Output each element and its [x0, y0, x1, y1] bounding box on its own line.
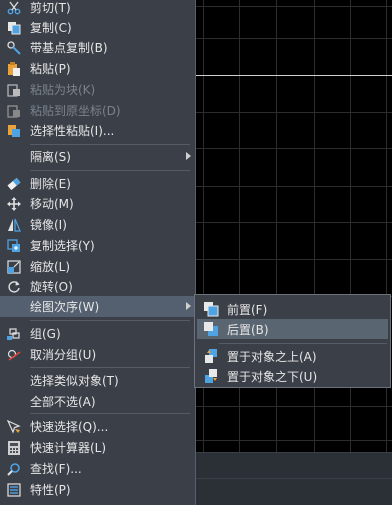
menu-item-label: 粘贴到原坐标(D) [30, 104, 121, 118]
submenu-separator [219, 343, 387, 344]
menu-item-label: 粘贴(P) [30, 62, 71, 76]
paste-icon [7, 61, 21, 76]
menu-item-move[interactable]: 移动(M) [0, 193, 195, 214]
submenu-item-label: 置于对象之上(A) [227, 349, 317, 364]
drawing-canvas[interactable] [196, 0, 392, 505]
submenu-arrow-icon [186, 302, 191, 310]
submenu-item-bring-above-objects[interactable]: 置于对象之上(A) [197, 346, 388, 366]
menu-item-label: 选择类似对象(T) [30, 374, 119, 388]
submenu-item-bring-to-front[interactable]: 前置(F) [197, 299, 388, 319]
menu-separator [30, 413, 190, 414]
draw-order-submenu: 前置(F) 后置(B) 置于对象之上(A) 置于对象之下(U) [194, 294, 391, 388]
menu-item-label: 旋转(O) [30, 280, 73, 294]
menu-item-label: 取消分组(U) [30, 348, 97, 362]
submenu-item-label: 前置(F) [227, 302, 268, 317]
quick-select-icon [7, 419, 21, 434]
mirror-icon [7, 218, 21, 232]
submenu-item-label: 后置(B) [227, 322, 269, 337]
menu-item-label: 绘图次序(W) [30, 300, 100, 314]
menu-item-cut[interactable]: 剪切(T) [0, 0, 195, 18]
menu-item-label: 查找(F)... [30, 462, 82, 476]
menu-item-label: 组(G) [30, 327, 61, 341]
menu-item-find[interactable]: 查找(F)... [0, 458, 195, 479]
copy-with-basepoint-icon [7, 40, 21, 55]
menu-item-label: 移动(M) [30, 197, 74, 211]
menu-item-deselect-all[interactable]: 全部不选(A) [0, 391, 195, 412]
menu-item-rotate[interactable]: 旋转(O) [0, 276, 195, 297]
menu-item-select-similar[interactable]: 选择类似对象(T) [0, 370, 195, 391]
rotate-icon [7, 280, 21, 294]
menu-item-group[interactable]: 组(G) [0, 323, 195, 344]
find-icon [7, 462, 21, 476]
bring-above-objects-icon [203, 348, 219, 364]
menu-item-erase[interactable]: 删除(E) [0, 173, 195, 194]
send-under-objects-icon [203, 368, 219, 384]
scissors-icon [7, 1, 21, 15]
menu-item-label: 带基点复制(B) [30, 41, 108, 55]
menu-item-copy-selection[interactable]: 复制选择(Y) [0, 235, 195, 256]
calculator-icon [7, 440, 21, 455]
menu-item-label: 删除(E) [30, 177, 71, 191]
properties-icon [7, 482, 21, 497]
eraser-icon [7, 177, 21, 191]
paste-special-icon [7, 124, 21, 138]
submenu-item-send-to-back[interactable]: 后置(B) [197, 319, 388, 339]
submenu-item-label: 置于对象之下(U) [227, 369, 318, 384]
menu-item-ungroup[interactable]: 取消分组(U) [0, 344, 195, 365]
menu-item-paste[interactable]: 粘贴(P) [0, 58, 195, 79]
menu-item-label: 快速计算器(L) [30, 441, 107, 455]
menu-item-quick-select[interactable]: 快速选择(Q)... [0, 416, 195, 437]
scale-icon [7, 259, 21, 274]
menu-item-label: 复制(C) [30, 21, 72, 35]
ungroup-icon [7, 348, 21, 362]
canvas-grid [196, 0, 392, 452]
menu-item-label: 剪切(T) [30, 1, 71, 15]
menu-item-label: 选择性粘贴(I)... [30, 124, 115, 138]
menu-item-label: 粘贴为块(K) [30, 83, 96, 97]
menu-item-scale[interactable]: 缩放(L) [0, 256, 195, 277]
menu-item-label: 缩放(L) [30, 260, 71, 274]
context-menu: 剪切(T) 复制(C) 带基点复制(B) 粘贴(P) 粘贴为块(K) 粘贴到原坐… [0, 0, 196, 505]
copy-icon [7, 21, 21, 35]
menu-item-label: 隔离(S) [30, 150, 71, 164]
bring-to-front-icon [203, 301, 219, 317]
submenu-arrow-icon [186, 152, 191, 160]
menu-item-paste-to-original[interactable]: 粘贴到原坐标(D) [0, 100, 195, 121]
menu-item-mirror[interactable]: 镜像(I) [0, 214, 195, 235]
menu-item-isolate[interactable]: 隔离(S) [0, 146, 195, 167]
move-icon [7, 196, 21, 211]
menu-item-paste-as-block[interactable]: 粘贴为块(K) [0, 79, 195, 100]
paste-to-original-icon [7, 104, 21, 118]
menu-item-properties[interactable]: 特性(P) [0, 479, 195, 500]
menu-item-paste-special[interactable]: 选择性粘贴(I)... [0, 120, 195, 141]
paste-as-block-icon [7, 83, 21, 97]
menu-item-copy-with-basepoint[interactable]: 带基点复制(B) [0, 37, 195, 58]
menu-separator [30, 367, 190, 368]
menu-item-label: 复制选择(Y) [30, 239, 95, 253]
menu-item-copy[interactable]: 复制(C) [0, 17, 195, 38]
menu-item-label: 全部不选(A) [30, 395, 96, 409]
group-icon [7, 327, 21, 341]
menu-item-label: 特性(P) [30, 483, 71, 497]
menu-separator [30, 170, 190, 171]
menu-item-label: 快速选择(Q)... [30, 420, 109, 434]
menu-item-label: 镜像(I) [30, 218, 67, 232]
copy-selection-icon [7, 238, 21, 253]
send-to-back-icon [203, 321, 219, 337]
menu-separator [30, 320, 190, 321]
menu-item-draw-order[interactable]: 绘图次序(W) [0, 296, 195, 317]
menu-item-quick-calculator[interactable]: 快速计算器(L) [0, 437, 195, 458]
submenu-item-send-under-objects[interactable]: 置于对象之下(U) [197, 366, 388, 386]
menu-separator [30, 144, 190, 145]
